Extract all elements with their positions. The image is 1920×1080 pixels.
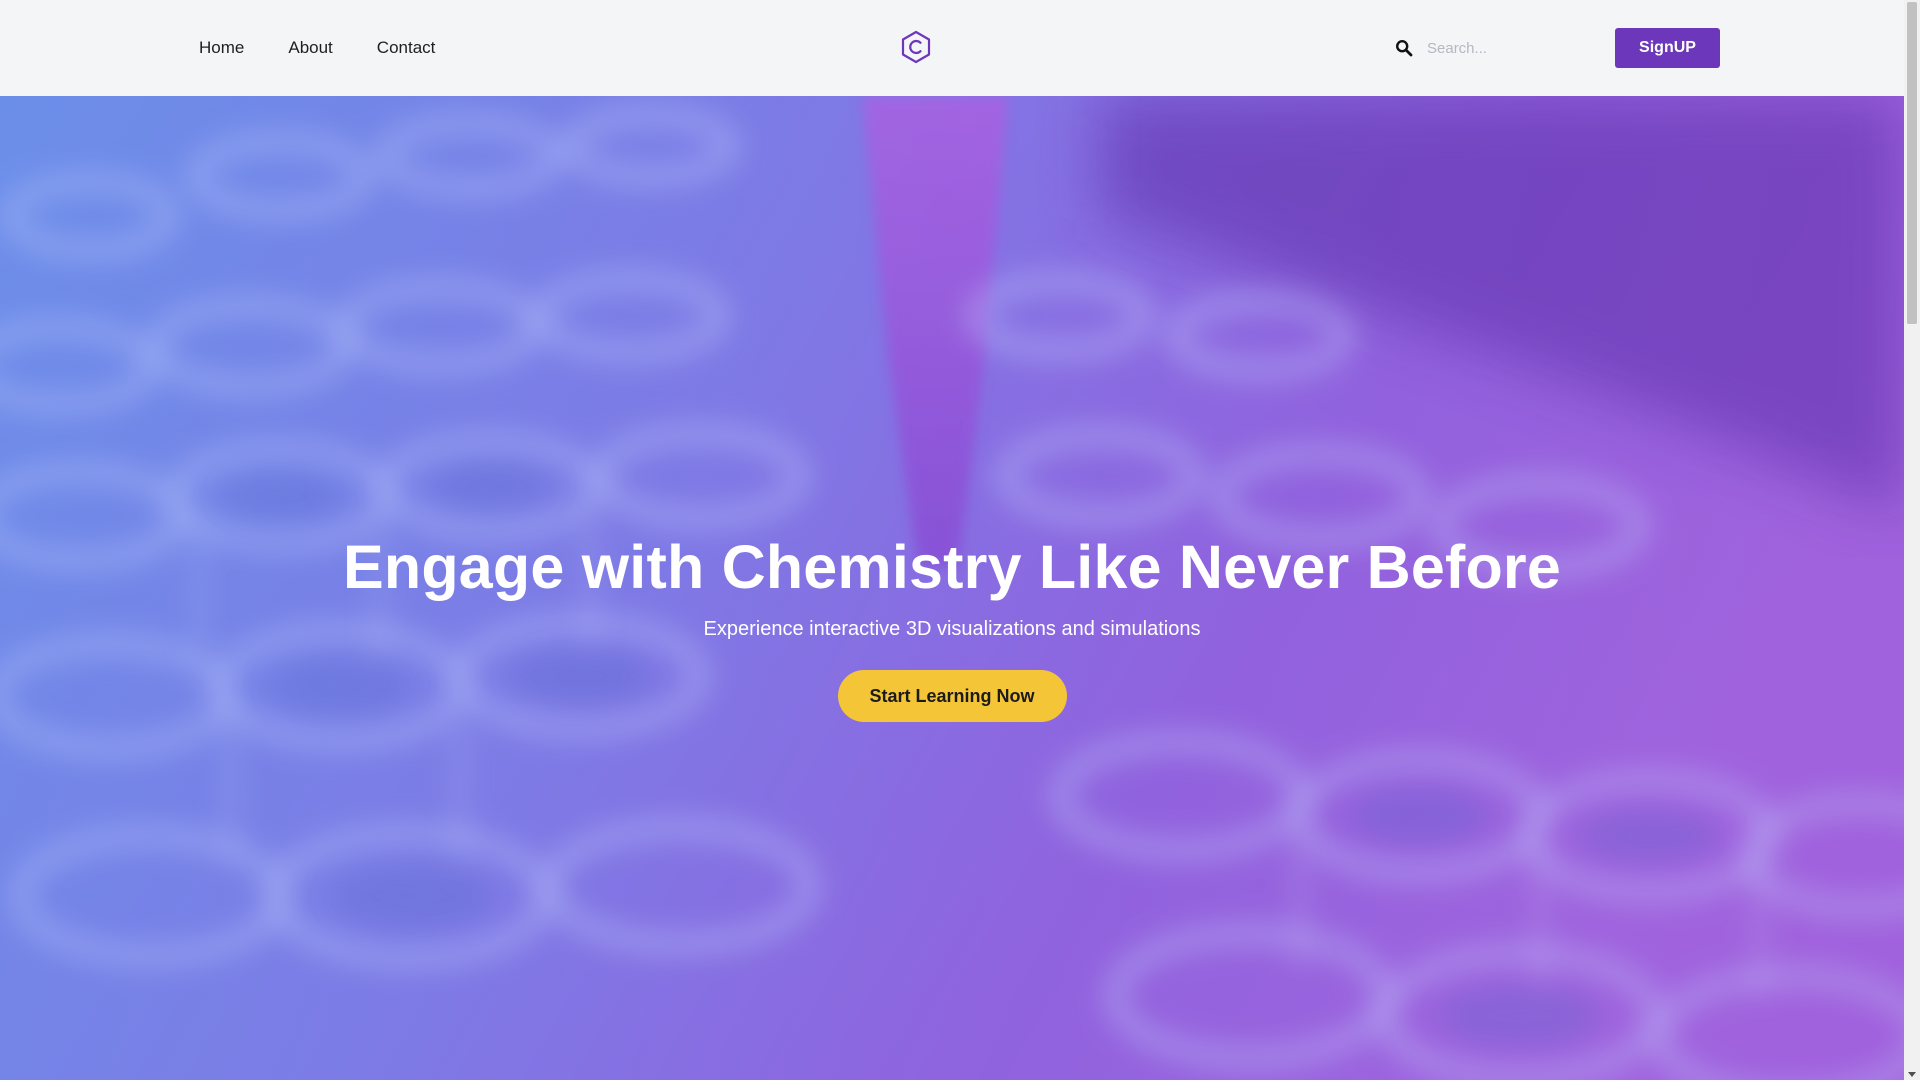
- nav-link-about[interactable]: About: [288, 36, 332, 60]
- nav-link-home[interactable]: Home: [199, 36, 244, 60]
- nav-link-contact[interactable]: Contact: [377, 36, 436, 60]
- search-input[interactable]: [1425, 35, 1585, 61]
- nav-links: Home About Contact: [199, 36, 435, 60]
- scrollbar[interactable]: [1904, 0, 1920, 1080]
- search-icon[interactable]: [1394, 38, 1414, 58]
- hero-subtitle: Experience interactive 3D visualizations…: [703, 618, 1201, 640]
- hero-section: Engage with Chemistry Like Never Before …: [0, 96, 1904, 1080]
- start-learning-button[interactable]: Start Learning Now: [837, 670, 1067, 722]
- page: Home About Contact SignUP: [0, 0, 1920, 1080]
- search-box: [1394, 34, 1594, 62]
- scroll-thumb[interactable]: [1907, 2, 1917, 324]
- signup-button[interactable]: SignUP: [1615, 28, 1720, 68]
- hero-content: Engage with Chemistry Like Never Before …: [0, 531, 1904, 722]
- hero-title: Engage with Chemistry Like Never Before: [342, 533, 1561, 601]
- scroll-down-arrow-icon[interactable]: [1908, 1072, 1916, 1077]
- navbar: Home About Contact SignUP: [0, 0, 1904, 96]
- hexagon-c-logo-icon[interactable]: [898, 29, 934, 65]
